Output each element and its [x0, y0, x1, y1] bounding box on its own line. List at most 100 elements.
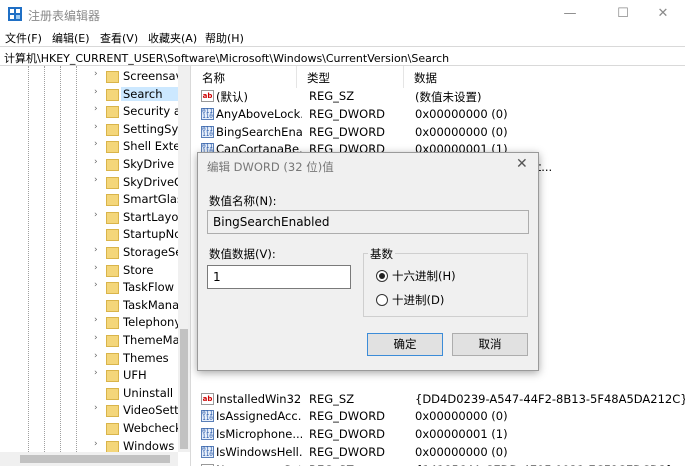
value-data-field[interactable]: 1 [207, 265, 351, 289]
hex-radio-label[interactable]: 十六进制(H) [392, 268, 456, 284]
tree-item-label: StartupNo [123, 227, 181, 242]
expand-arrow-icon[interactable]: › [94, 263, 98, 273]
close-button[interactable]: ✕ [640, 0, 685, 28]
value-type: REG_SZ [309, 391, 355, 406]
tree-item-label: UFH [123, 368, 147, 383]
value-row[interactable]: 011110BingSearchEna... REG_DWORD 0x0000000… [192, 124, 685, 142]
tree-item-label: StorageSe [123, 245, 181, 259]
expand-arrow-icon[interactable]: › [94, 333, 98, 343]
value-row[interactable]: 011 110 IsAssignedAcc... REG_DWORD 0x0000000… [192, 408, 685, 426]
tree-item-label: SkyDrive [123, 157, 175, 171]
folder-icon [106, 71, 119, 83]
folder-icon [106, 335, 119, 347]
expand-arrow-icon[interactable]: › [94, 175, 98, 185]
value-type: REG_DWORD [309, 124, 386, 139]
value-data: 0x00000000 (0) [415, 106, 508, 121]
expand-arrow-icon[interactable]: › [94, 403, 98, 413]
tree-item[interactable]: › TaskFlow [94, 279, 180, 297]
edit-dword-dialog: 编辑 DWORD (32 位)值 ✕ 数值名称(N): BingSearchEn… [197, 152, 539, 371]
folder-icon [106, 423, 119, 435]
tree-item[interactable]: › Shell Exten [94, 138, 181, 156]
decimal-radio-label[interactable]: 十进制(D) [392, 292, 444, 308]
expand-arrow-icon[interactable]: › [94, 104, 98, 114]
tree-item[interactable]: › Security ar [94, 103, 181, 121]
tree-item[interactable]: › UFH [94, 367, 180, 385]
tree-item-label: Telephony [123, 315, 181, 330]
expand-arrow-icon[interactable]: › [94, 439, 98, 449]
address-bar[interactable]: 计算机\HKEY_CURRENT_USER\Software\Microsoft… [0, 46, 685, 66]
tree-item[interactable]: SmartGlas [94, 191, 181, 209]
binary-value-icon: 011110 [201, 446, 214, 458]
address-path[interactable]: 计算机\HKEY_CURRENT_USER\Software\Microsoft… [4, 50, 449, 66]
title-bar: 注册表编辑器 — ☐ ✕ [0, 0, 685, 28]
tree-item[interactable]: Uninstall [94, 385, 180, 403]
value-data: 0x00000000 (0) [415, 124, 508, 139]
folder-icon [106, 282, 119, 295]
tree-item[interactable]: › SkyDriveO [94, 174, 181, 192]
column-header-name[interactable]: 名称 [192, 66, 297, 88]
value-data-label: 数值数据(V): [209, 247, 276, 261]
tree-item[interactable]: › StorageSe [94, 244, 181, 262]
binary-value-icon: 011110 [201, 410, 214, 423]
binary-value-icon: 011110 [201, 107, 214, 120]
tree-item[interactable]: › StartLayou [94, 209, 181, 227]
value-row[interactable]: ab (默认) REG_SZ (数值未设置) [192, 88, 685, 106]
tree-item-label: Search [121, 86, 181, 101]
folder-icon [106, 229, 119, 242]
menu-file[interactable]: 文件(F) [5, 30, 42, 46]
expand-arrow-icon[interactable]: › [94, 122, 98, 132]
tree-item[interactable]: › Store [94, 262, 180, 280]
tree-item[interactable]: › Themes [94, 350, 180, 368]
value-row[interactable]: 011 110 AnyAboveLock... REG_DWORD 0x00000000… [192, 106, 685, 124]
column-header-type[interactable]: 类型 [297, 66, 404, 88]
menu-favorites[interactable]: 收藏夹(A) [148, 30, 197, 46]
menu-edit[interactable]: 编辑(E) [52, 30, 90, 46]
tree-item[interactable]: › Screensav [94, 68, 181, 86]
folder-icon [106, 194, 119, 207]
value-name: InstalledWin32... [216, 391, 302, 406]
tree-item[interactable]: › VideoSetti [94, 402, 181, 420]
ok-button[interactable]: 确定 [367, 333, 443, 356]
folder-icon [106, 247, 119, 259]
hex-radio[interactable] [376, 270, 388, 282]
value-row[interactable]: abInstalledWin32... REG_SZ {DD4D0239-A547-… [192, 391, 685, 409]
tree-item[interactable]: TaskMana [94, 297, 180, 315]
column-header-data[interactable]: 数据 [404, 66, 685, 88]
expand-arrow-icon[interactable]: › [94, 368, 98, 378]
value-row[interactable]: abNamespaceSet...REG_SZ{1418564A-CEDD-4E… [192, 462, 685, 466]
base-label: 基数 [368, 246, 395, 262]
value-row[interactable]: 011 110 IsMicrophone... REG_DWORD 0x00000001… [192, 426, 685, 444]
dialog-close-icon[interactable]: ✕ [516, 156, 528, 172]
cancel-button[interactable]: 取消 [452, 333, 528, 356]
expand-arrow-icon[interactable]: › [94, 245, 98, 255]
tree-item[interactable]: › Telephony [94, 314, 181, 332]
minimize-button[interactable]: — [547, 0, 593, 28]
value-row[interactable]: 011 110 IsWindowsHell... REG_DWORD 0x0000000… [192, 444, 685, 462]
menu-help[interactable]: 帮助(H) [205, 30, 244, 46]
menu-view[interactable]: 查看(V) [100, 30, 138, 46]
tree-horizontal-scrollbar[interactable] [0, 452, 178, 466]
tree-vertical-scrollbar[interactable] [178, 66, 190, 452]
expand-arrow-icon[interactable]: › [94, 157, 98, 167]
expand-arrow-icon[interactable]: › [94, 210, 98, 220]
value-row[interactable] [192, 373, 685, 391]
value-name-field: BingSearchEnabled [207, 210, 529, 234]
tree-item-label: Screensav [123, 69, 181, 83]
registry-editor-icon [8, 7, 22, 21]
tree-item-label: ThemeMa [123, 333, 180, 347]
expand-arrow-icon[interactable]: › [94, 139, 98, 149]
expand-arrow-icon[interactable]: › [94, 87, 98, 97]
tree-item[interactable]: › SettingSyn [94, 121, 181, 139]
tree-item[interactable]: Webcheck [94, 420, 181, 438]
expand-arrow-icon[interactable]: › [94, 351, 98, 361]
value-name: (默认) [216, 90, 248, 104]
tree-item[interactable]: › SkyDrive [94, 156, 180, 174]
tree-item[interactable]: › ThemeMa [94, 332, 180, 350]
folder-icon [106, 317, 119, 330]
expand-arrow-icon[interactable]: › [94, 315, 98, 325]
tree-item[interactable]: StartupNo [94, 226, 181, 244]
tree-item[interactable]: › Search [94, 86, 181, 104]
expand-arrow-icon[interactable]: › [94, 280, 98, 290]
decimal-radio[interactable] [376, 294, 388, 306]
expand-arrow-icon[interactable]: › [94, 69, 98, 79]
